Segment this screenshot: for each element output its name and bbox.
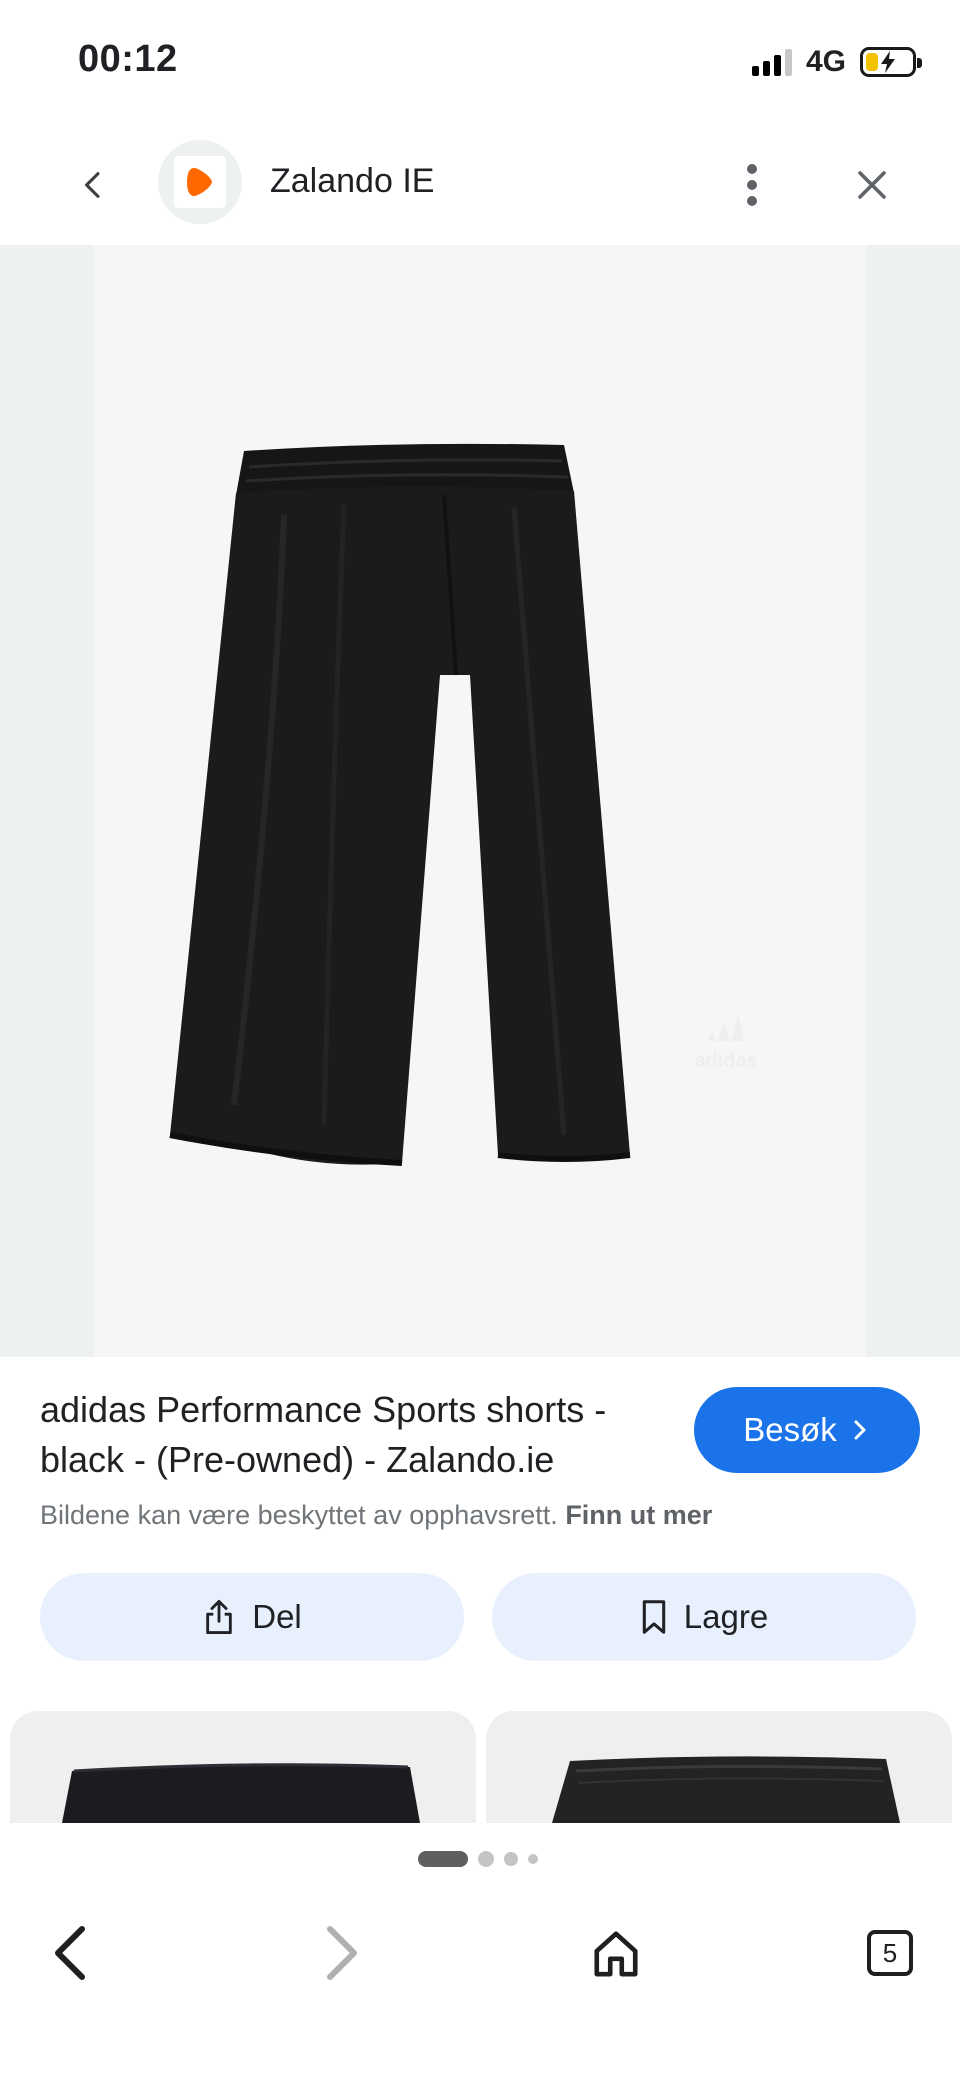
page-indicator: [418, 1851, 538, 1867]
save-button[interactable]: Lagre: [492, 1573, 916, 1661]
adidas-logo-text: adidas: [694, 1050, 757, 1072]
share-icon: [206, 1599, 232, 1634]
close-button[interactable]: [844, 157, 900, 213]
share-button[interactable]: Del: [40, 1573, 464, 1661]
status-time: 00:12: [78, 38, 178, 80]
black-sports-shorts-image: adidas: [169, 443, 758, 1166]
product-image-area[interactable]: adidas: [0, 245, 960, 1357]
related-thumbnail-1[interactable]: [10, 1711, 476, 1823]
browser-forward-button[interactable]: [302, 1913, 382, 1993]
arrow-back-icon: [55, 1926, 85, 1980]
save-button-label: Lagre: [683, 1598, 769, 1635]
page-dot-active: [418, 1851, 468, 1867]
close-icon: [858, 171, 886, 199]
chevron-right-icon: [854, 1420, 866, 1440]
related-thumbnail-2[interactable]: [486, 1711, 952, 1823]
copyright-text: Bildene kan være beskyttet av opphavsret…: [40, 1500, 558, 1530]
visit-button[interactable]: Besøk: [694, 1387, 920, 1473]
tabs-count: 5: [867, 1930, 913, 1976]
related-shorts-thumbnail-1: [62, 1763, 420, 1823]
more-vert-icon: [747, 164, 757, 206]
bookmark-icon: [642, 1600, 666, 1634]
share-button-label: Del: [252, 1598, 302, 1635]
result-title[interactable]: adidas Performance Sports shorts - black…: [40, 1385, 680, 1485]
related-shorts-thumbnail-2: [552, 1756, 900, 1823]
charging-bolt-icon: [881, 51, 895, 73]
page-dot: [528, 1854, 538, 1864]
browser-back-button[interactable]: [30, 1913, 110, 1993]
copyright-notice: Bildene kan være beskyttet av opphavsret…: [40, 1497, 712, 1533]
tabs-button[interactable]: 5: [850, 1913, 930, 1993]
battery-icon: [860, 47, 922, 77]
network-type: 4G: [805, 45, 846, 78]
zalando-logo-icon: [187, 167, 212, 197]
browser-toolbar: 5: [0, 1823, 960, 2078]
cellular-signal-icon: [751, 48, 792, 76]
more-options-button[interactable]: [728, 155, 776, 215]
product-image-frame: adidas: [94, 245, 866, 1357]
site-title[interactable]: Zalando IE: [270, 159, 434, 203]
page: 00:12 4G Zalando IE adidas adidas Perfor…: [0, 0, 960, 2078]
arrow-forward-icon: [327, 1926, 357, 1980]
site-header: Zalando IE: [0, 125, 960, 245]
home-icon: [594, 1931, 638, 1977]
back-button[interactable]: [66, 158, 120, 212]
site-logo[interactable]: [158, 140, 242, 224]
page-dot: [504, 1852, 518, 1866]
chevron-left-icon: [85, 172, 100, 198]
learn-more-link[interactable]: Finn ut mer: [565, 1500, 712, 1530]
status-indicators: 4G: [751, 44, 922, 80]
home-button[interactable]: [576, 1913, 656, 1993]
battery-level: [866, 53, 878, 71]
status-bar: 00:12 4G: [0, 0, 960, 125]
visit-button-label: Besøk: [743, 1411, 837, 1448]
page-dot: [478, 1851, 494, 1867]
